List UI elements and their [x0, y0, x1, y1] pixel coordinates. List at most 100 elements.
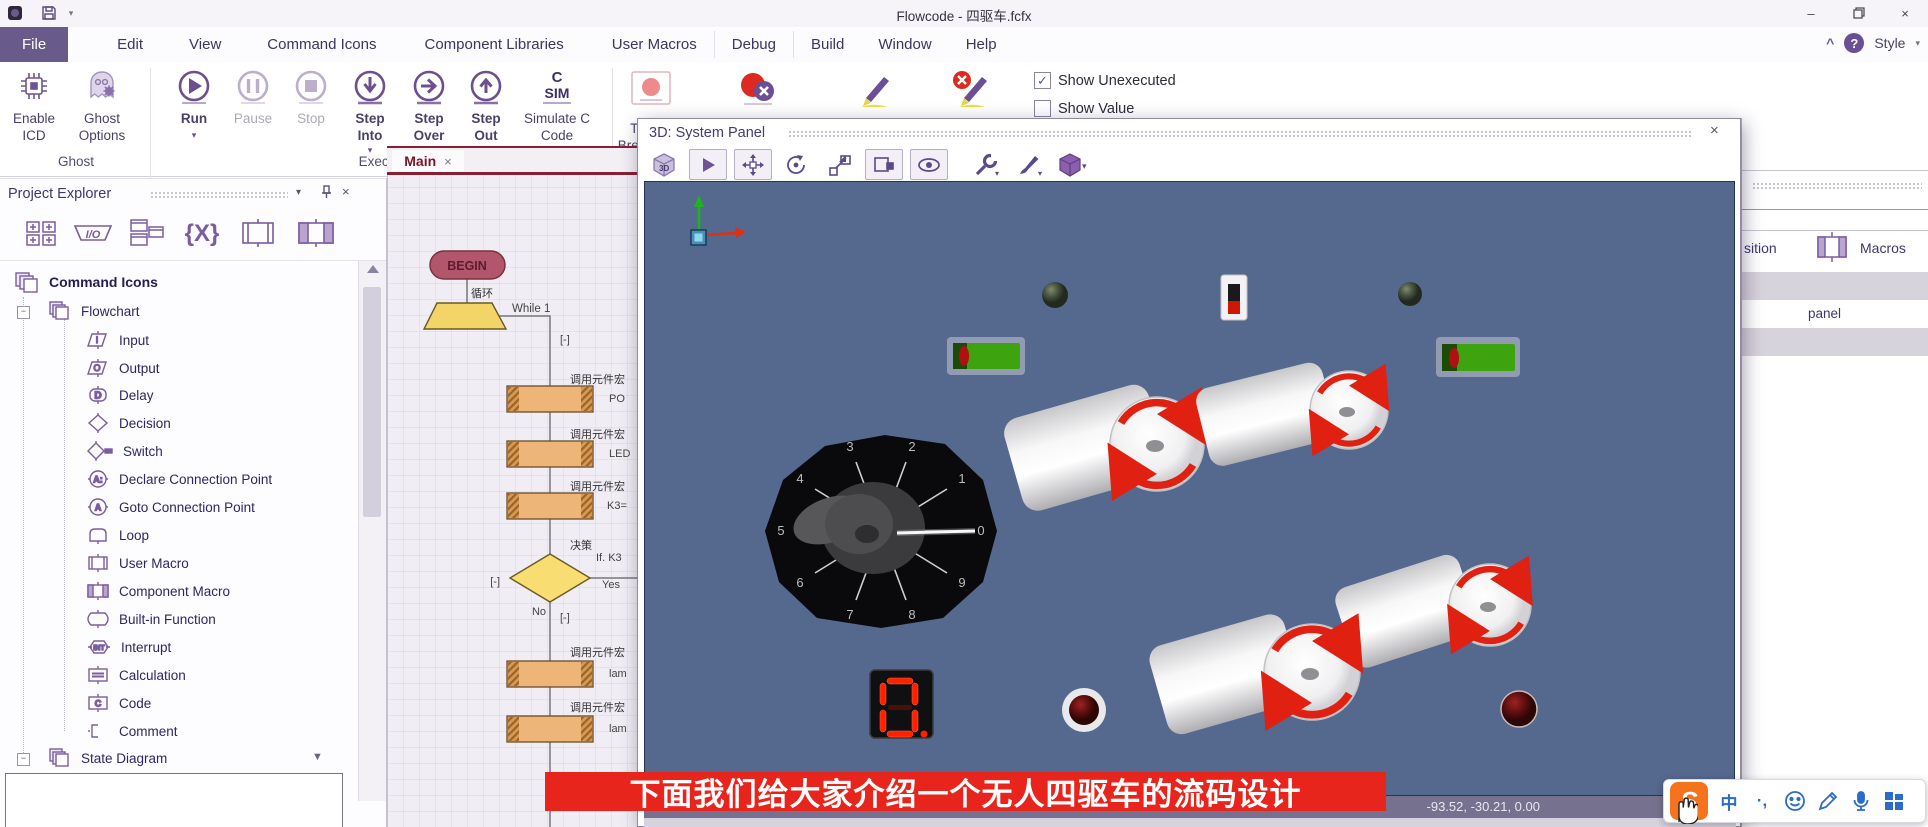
chinese-mode-icon[interactable]: 中 — [1717, 789, 1741, 814]
ghost-options-button[interactable]: Ghost Options — [64, 64, 140, 144]
style-dropdown[interactable]: Style — [1874, 35, 1905, 51]
motor-2[interactable] — [1193, 360, 1388, 469]
pencil-icon[interactable] — [1816, 790, 1840, 812]
scroll-up-icon[interactable] — [367, 265, 379, 273]
tree-item-input[interactable]: I Input — [86, 329, 149, 351]
select-play-icon[interactable] — [689, 149, 727, 180]
led-bar-right[interactable] — [1436, 337, 1520, 377]
pin-icon[interactable] — [320, 185, 333, 204]
save-icon[interactable] — [40, 4, 58, 22]
menu-view[interactable]: View — [172, 27, 238, 62]
show-value-checkbox[interactable]: Show Value — [1034, 100, 1134, 117]
tree-item-loop[interactable]: Loop — [86, 524, 149, 546]
green-sphere-left[interactable] — [1042, 282, 1068, 308]
microphone-icon[interactable] — [1849, 790, 1873, 812]
scale-icon[interactable] — [822, 150, 858, 179]
right-row-3[interactable] — [1742, 328, 1928, 356]
run-caret-icon[interactable]: ▾ — [166, 127, 222, 144]
rotate-icon[interactable] — [779, 150, 815, 179]
tree-item-component-macro[interactable]: Component Macro — [86, 580, 230, 602]
tree-item-output[interactable]: O Output — [86, 357, 160, 379]
tree-item-switch[interactable]: Switch — [86, 440, 163, 462]
tree-item-decision[interactable]: Decision — [86, 412, 171, 434]
motor-4[interactable] — [1146, 611, 1360, 738]
3d-panel-close-icon[interactable]: × — [1710, 122, 1719, 139]
menu-help[interactable]: Help — [949, 27, 1014, 62]
svg-text:[-][interactable]: [-] — [490, 576, 500, 588]
material-cube-icon[interactable]: ▾ — [1055, 150, 1091, 179]
menu-user-macros[interactable]: User Macros — [595, 27, 714, 62]
state-diagram-dropdown-icon[interactable]: ▼ — [312, 751, 323, 763]
3d-panel-drag-handle[interactable] — [788, 130, 1693, 137]
menu-command-icons[interactable]: Command Icons — [250, 27, 393, 62]
tree-group-state-diagram[interactable]: State Diagram — [48, 747, 167, 769]
show-value-box[interactable] — [1034, 100, 1051, 117]
flow-begin[interactable]: BEGIN — [430, 251, 505, 279]
tree-item-user-macro[interactable]: User Macro — [86, 552, 189, 574]
tree-group-flowchart[interactable]: Flowchart — [48, 300, 140, 322]
3d-viewport[interactable]: 0 1 2 3 4 5 6 7 8 9 — [644, 181, 1735, 796]
user-macro-icon[interactable] — [236, 218, 280, 253]
explorer-scrollbar[interactable] — [358, 261, 386, 801]
tab-main[interactable]: Main × — [392, 150, 464, 172]
restore-button[interactable] — [1842, 3, 1876, 23]
motor-3[interactable] — [1332, 551, 1531, 671]
right-panel-drag-handle[interactable] — [1752, 182, 1922, 189]
flow-collapse-1[interactable]: [-] — [560, 334, 570, 346]
scroll-thumb[interactable] — [363, 287, 381, 517]
expand-box-flowchart[interactable]: − — [17, 306, 30, 319]
right-row-panel[interactable]: panel — [1742, 300, 1928, 328]
panel-drag-handle[interactable] — [150, 191, 288, 198]
wrench-icon[interactable]: ▾ — [969, 150, 1005, 179]
tree-item-goto-connection-point[interactable]: A Goto Connection Point — [86, 496, 255, 518]
show-code-icon[interactable] — [852, 68, 896, 115]
flow-call-macro-3[interactable] — [507, 493, 593, 519]
region-icon[interactable] — [865, 149, 903, 180]
green-sphere-right[interactable] — [1398, 282, 1422, 306]
menu-build[interactable]: Build — [794, 27, 861, 62]
ribbon-collapse-icon[interactable]: ^ — [1826, 35, 1834, 51]
move-icon[interactable] — [734, 149, 772, 180]
tree-item-declare-connection-point[interactable]: A: Declare Connection Point — [86, 468, 272, 490]
punctuation-icon[interactable]: ·, — [1750, 791, 1774, 811]
menu-component-libraries[interactable]: Component Libraries — [408, 27, 581, 62]
tree-item-calculation[interactable]: Calculation — [86, 664, 186, 686]
flow-call-macro-1[interactable] — [507, 386, 593, 412]
run-button[interactable]: Run ▾ — [166, 64, 222, 144]
toggle-breakpoint-icon[interactable] — [630, 70, 672, 115]
svg-text:[-][interactable]: [-] — [560, 612, 570, 624]
tree-item-interrupt[interactable]: INT Interrupt — [86, 636, 171, 658]
reset-code-icon[interactable] — [948, 68, 994, 115]
tree-root-command-icons[interactable]: Command Icons — [14, 271, 158, 293]
component-macro-icon[interactable] — [293, 218, 339, 253]
paintbrush-icon[interactable]: ▾ — [1012, 150, 1048, 179]
rotary-dial[interactable]: 0 1 2 3 4 5 6 7 8 9 — [765, 435, 997, 628]
menu-debug[interactable]: Debug — [715, 27, 793, 62]
panel-grid-icon[interactable] — [1882, 790, 1906, 812]
quick-access-more-icon[interactable]: ▾ — [62, 4, 80, 22]
red-sphere-left[interactable] — [1062, 688, 1106, 732]
motor-1[interactable] — [1000, 381, 1204, 515]
tree-item-delay[interactable]: D Delay — [86, 384, 154, 406]
pause-button[interactable]: Pause — [226, 64, 280, 127]
step-over-button[interactable]: Step Over — [402, 64, 456, 144]
stop-button[interactable]: Stop — [284, 64, 338, 127]
close-button[interactable]: × — [1888, 3, 1922, 23]
braces-x-icon[interactable]: {X} — [181, 218, 223, 253]
tree-item-built-in-function[interactable]: Built-in Function — [86, 608, 216, 630]
flow-call-macro-5[interactable] — [507, 716, 593, 742]
emoji-icon[interactable] — [1783, 790, 1807, 812]
show-unexecuted-checkbox[interactable]: Show Unexecuted — [1034, 72, 1176, 89]
step-into-button[interactable]: Step Into ▾ — [342, 64, 398, 159]
tree-item-comment[interactable]: Comment — [86, 720, 178, 742]
tree-item-code[interactable]: C Code — [86, 692, 151, 714]
step-out-button[interactable]: Step Out — [460, 64, 512, 144]
clear-breakpoints-icon[interactable] — [736, 68, 780, 115]
flow-call-macro-4[interactable] — [507, 661, 593, 687]
help-icon[interactable]: ? — [1844, 33, 1864, 53]
windows-icon[interactable] — [128, 218, 168, 253]
menu-file[interactable]: File — [0, 27, 68, 62]
led-bar-left[interactable] — [947, 337, 1025, 375]
io-icon[interactable]: I/O — [71, 219, 115, 252]
menu-edit[interactable]: Edit — [100, 27, 160, 62]
